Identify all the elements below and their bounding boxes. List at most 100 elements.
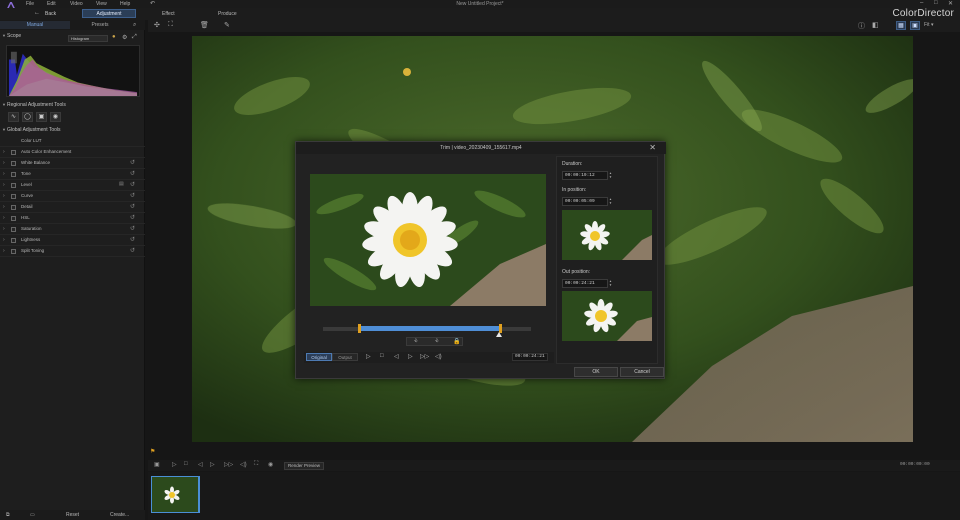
back-arrow-icon[interactable]: ← <box>34 10 40 16</box>
enable-checkbox[interactable] <box>11 172 16 177</box>
trim-in-handle[interactable] <box>358 324 362 333</box>
volume-icon[interactable]: ◁) <box>435 353 442 360</box>
toggle-output[interactable]: Output <box>332 353 358 361</box>
adj-color-lut[interactable]: Color LUT <box>0 136 145 147</box>
scope-select[interactable]: Histogram <box>68 35 108 42</box>
timeline-marker-icon[interactable]: ⚑ <box>150 448 155 455</box>
reset-icon[interactable]: ↺ <box>130 159 135 166</box>
reset-icon[interactable]: ↺ <box>130 192 135 199</box>
lock-icon[interactable]: 🔒 <box>453 338 460 345</box>
enable-checkbox[interactable] <box>11 150 16 155</box>
play-icon[interactable]: ▷ <box>366 353 371 360</box>
fit-view-button[interactable]: ▣ <box>910 21 920 30</box>
enable-checkbox[interactable] <box>11 205 16 210</box>
timeline-track[interactable] <box>148 472 960 520</box>
render-preview-button[interactable]: Render Preview <box>284 462 324 470</box>
color-dots-icon[interactable]: ● <box>112 34 116 40</box>
compare-icon[interactable]: ⧉ <box>6 512 10 518</box>
timeline-fullscreen-icon[interactable]: ⛶ <box>254 461 258 468</box>
adj-hsl[interactable]: › HSL ↺ <box>0 213 145 224</box>
subtab-presets[interactable]: Presets <box>70 21 130 29</box>
tab-effect[interactable]: Effect <box>162 11 175 17</box>
compare-split-icon[interactable]: ◧ <box>872 21 879 29</box>
timeline-ff-icon[interactable]: ▷▷ <box>224 461 233 468</box>
adj-auto-color[interactable]: › Auto Color Enhancement <box>0 147 145 158</box>
adj-split-toning[interactable]: › Split Toning ↺ <box>0 246 145 257</box>
expand-icon[interactable]: ⤢ <box>132 34 137 41</box>
stop-icon[interactable]: □ <box>380 353 384 359</box>
reset-icon[interactable]: ↺ <box>130 170 135 177</box>
enable-checkbox[interactable] <box>11 183 16 188</box>
adj-white-balance[interactable]: › White Balance ↺ <box>0 158 145 169</box>
close-icon[interactable]: ✕ <box>649 143 656 152</box>
cursor-tool-icon[interactable]: ✣ <box>154 21 160 29</box>
out-position-spinner-icon[interactable]: ▲ ▼ <box>609 279 613 288</box>
settings-icon[interactable]: ⚙ <box>122 34 127 41</box>
gradient-tool-icon[interactable]: ▣ <box>36 112 47 122</box>
subtab-manual[interactable]: Manual <box>0 21 70 29</box>
timeline-menu-icon[interactable]: ▣ <box>154 461 160 468</box>
reset-icon[interactable]: ↺ <box>130 236 135 243</box>
adj-level[interactable]: › Level ▤ ↺ <box>0 180 145 191</box>
clip-end-handle[interactable] <box>198 476 200 513</box>
next-frame-icon[interactable]: ▷ <box>408 353 413 360</box>
timeline-prev-icon[interactable]: ◁ <box>198 461 203 468</box>
prev-frame-icon[interactable]: ◁ <box>394 353 399 360</box>
in-position-spinner-icon[interactable]: ▲ ▼ <box>609 197 613 206</box>
tab-adjustment[interactable]: Adjustment <box>82 9 136 18</box>
crop-tool-icon[interactable]: ⛶ <box>168 21 173 29</box>
reset-icon[interactable]: ↺ <box>130 203 135 210</box>
timeline-volume-icon[interactable]: ◁) <box>240 461 247 468</box>
back-button[interactable]: Back <box>45 11 56 17</box>
zoom-select[interactable]: Fit ▾ <box>924 22 933 28</box>
view-mode-button[interactable]: ▦ <box>896 21 906 30</box>
regional-tools-header[interactable]: ▼ Regional Adjustment Tools <box>0 101 145 109</box>
create-preset-button[interactable]: Create... <box>110 512 129 518</box>
split-view-icon[interactable]: ▭ <box>30 512 35 518</box>
timeline-play-icon[interactable]: ▷ <box>172 461 177 468</box>
mask-tool-icon[interactable]: ◉ <box>50 112 61 122</box>
duration-field[interactable]: 00:00:19:12 <box>562 171 608 180</box>
timeline-eye-icon[interactable]: ◉ <box>268 461 273 468</box>
close-window-icon[interactable]: ✕ <box>948 0 953 7</box>
adj-curve[interactable]: › Curve ↺ <box>0 191 145 202</box>
adj-tone[interactable]: › Tone ↺ <box>0 169 145 180</box>
mark-out-icon[interactable]: ⎀ <box>435 338 439 344</box>
radial-tool-icon[interactable]: ◯ <box>22 112 33 122</box>
timeline-stop-icon[interactable]: □ <box>184 461 188 467</box>
enable-checkbox[interactable] <box>11 227 16 232</box>
playhead-marker[interactable] <box>496 332 502 337</box>
timeline-next-icon[interactable]: ▷ <box>210 461 215 468</box>
enable-checkbox[interactable] <box>11 249 16 254</box>
reset-icon[interactable]: ↺ <box>130 247 135 254</box>
minimize-icon[interactable]: – <box>920 0 923 6</box>
enable-checkbox[interactable] <box>11 216 16 221</box>
trim-video-player[interactable] <box>310 174 546 306</box>
tab-produce[interactable]: Produce <box>218 11 237 17</box>
mark-in-icon[interactable]: ⎀ <box>414 338 418 344</box>
search-icon[interactable]: ⌕ <box>133 22 136 29</box>
enable-checkbox[interactable] <box>11 161 16 166</box>
cancel-button[interactable]: Cancel <box>620 367 664 377</box>
enable-checkbox[interactable] <box>11 238 16 243</box>
duration-spinner-icon[interactable]: ▲ ▼ <box>609 171 613 180</box>
info-icon[interactable]: ⓘ <box>858 21 865 31</box>
out-position-field[interactable]: 00:00:24:21 <box>562 279 608 288</box>
in-position-field[interactable]: 00:00:05:09 <box>562 197 608 206</box>
brush-tool-icon[interactable]: ∿ <box>8 112 19 122</box>
global-tools-header[interactable]: ▼ Global Adjustment Tools <box>0 126 145 134</box>
maximize-icon[interactable]: □ <box>934 0 938 6</box>
timeline-clip[interactable] <box>151 476 199 513</box>
fast-forward-icon[interactable]: ▷▷ <box>420 353 429 360</box>
histogram-small-icon[interactable]: ▤ <box>119 181 124 187</box>
reset-icon[interactable]: ↺ <box>130 181 135 188</box>
toggle-original[interactable]: Original <box>306 353 332 361</box>
reset-icon[interactable]: ↺ <box>130 214 135 221</box>
reset-button[interactable]: Reset <box>66 512 79 518</box>
color-picker-icon[interactable]: ✎ <box>224 21 230 29</box>
adj-saturation[interactable]: › Saturation ↺ <box>0 224 145 235</box>
trim-selection[interactable] <box>360 326 500 331</box>
reset-icon[interactable]: ↺ <box>130 225 135 232</box>
adj-detail[interactable]: › Detail ↺ <box>0 202 145 213</box>
enable-checkbox[interactable] <box>11 194 16 199</box>
